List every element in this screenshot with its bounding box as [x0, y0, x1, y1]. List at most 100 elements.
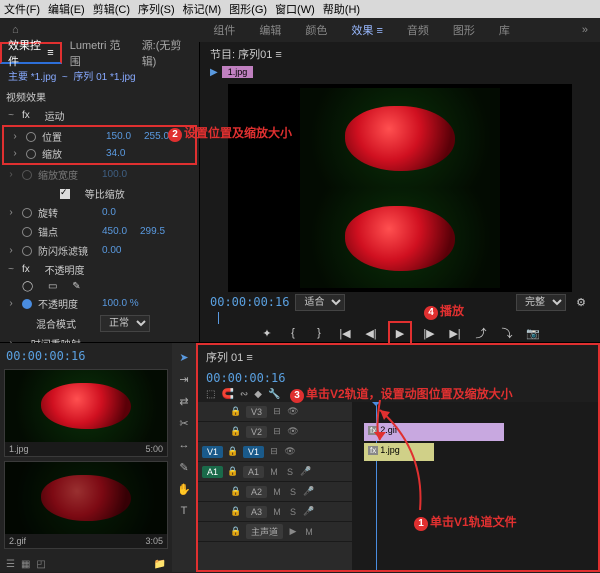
mask-pen-icon[interactable]: ✎ — [72, 281, 80, 292]
track-a2[interactable]: A2 — [246, 486, 267, 498]
go-out-icon[interactable]: ▶| — [446, 324, 464, 342]
eye-v2[interactable]: 👁 — [287, 426, 299, 438]
src-patch-v1[interactable]: V1 — [202, 446, 223, 458]
eye-v3[interactable]: 👁 — [287, 406, 299, 418]
nest-clip-label[interactable]: 1.jpg — [222, 66, 254, 78]
menu-marker[interactable]: 标记(M) — [183, 1, 222, 17]
mute-a1[interactable]: M — [268, 466, 280, 478]
menu-sequence[interactable]: 序列(S) — [138, 1, 175, 17]
uniform-scale-checkbox[interactable] — [60, 189, 70, 199]
menu-clip[interactable]: 剪辑(C) — [93, 1, 130, 17]
mute-master[interactable]: M — [303, 526, 315, 538]
tab-effect-controls[interactable]: 效果控件 ≡ — [0, 42, 62, 64]
fx-opacity[interactable]: 不透明度 — [45, 262, 85, 277]
blend-mode-select[interactable]: 正常 — [100, 315, 150, 332]
opacity-value[interactable]: 100.0 % — [102, 298, 139, 309]
ws-audio[interactable]: 音频 — [407, 22, 429, 38]
timeline-timecode[interactable]: 00:00:00:16 — [206, 371, 285, 385]
add-marker-icon[interactable]: ✦ — [258, 324, 276, 342]
snap-icon[interactable]: 🧲 — [221, 389, 233, 400]
stopwatch-scale[interactable] — [26, 149, 36, 159]
bin-item-1[interactable]: 1.jpg5:00 — [4, 369, 168, 457]
lift-icon[interactable]: ⤴ — [472, 324, 490, 342]
home-icon[interactable]: ⌂ — [12, 24, 19, 36]
scale-value[interactable]: 34.0 — [106, 148, 138, 159]
position-x[interactable]: 150.0 — [106, 131, 138, 142]
timeline-content[interactable]: fx2.gif fx1.jpg — [352, 402, 598, 570]
go-in-icon[interactable]: |◀ — [336, 324, 354, 342]
track-master[interactable]: 主声道 — [246, 524, 283, 539]
lock-v1[interactable]: 🔒 — [227, 446, 239, 458]
solo-a3[interactable]: S — [287, 506, 299, 518]
source-timecode[interactable]: 00:00:00:16 — [4, 347, 168, 365]
list-view-icon[interactable]: ☰ — [6, 559, 15, 570]
ws-library[interactable]: 库 — [499, 22, 510, 38]
slip-tool-icon[interactable]: ↔ — [176, 437, 192, 453]
menu-window[interactable]: 窗口(W) — [275, 1, 315, 17]
menu-file[interactable]: 文件(F) — [4, 1, 40, 17]
track-a1[interactable]: A1 — [243, 466, 264, 478]
fx-motion[interactable]: 运动 — [45, 108, 65, 123]
stopwatch-anchor[interactable] — [22, 227, 32, 237]
nest-toggle-icon[interactable]: ⬚ — [206, 389, 215, 400]
selection-tool-icon[interactable]: ➤ — [176, 349, 192, 365]
settings-icon[interactable]: ⚙ — [572, 293, 590, 311]
pen-tool-icon[interactable]: ✎ — [176, 459, 192, 475]
track-a3[interactable]: A3 — [246, 506, 267, 518]
tab-lumetri[interactable]: Lumetri 范围 — [62, 42, 134, 64]
lock-a1[interactable]: 🔒 — [227, 466, 239, 478]
play-button[interactable]: ▶ — [391, 324, 409, 342]
mark-out-icon[interactable]: } — [310, 324, 328, 342]
type-tool-icon[interactable]: T — [176, 503, 192, 519]
anchor-y[interactable]: 299.5 — [140, 226, 172, 237]
razor-tool-icon[interactable]: ✂ — [176, 415, 192, 431]
anchor-x[interactable]: 450.0 — [102, 226, 134, 237]
extract-icon[interactable]: ⤵ — [498, 324, 516, 342]
stopwatch-opacity[interactable] — [22, 299, 32, 309]
menu-help[interactable]: 帮助(H) — [323, 1, 360, 17]
step-back-icon[interactable]: ◀| — [362, 324, 380, 342]
rotation-value[interactable]: 0.0 — [102, 207, 134, 218]
ripple-tool-icon[interactable]: ⇄ — [176, 393, 192, 409]
lock-v2[interactable]: 🔒 — [230, 426, 242, 438]
mask-ellipse-icon[interactable]: ◯ — [22, 281, 33, 292]
flicker-value[interactable]: 0.00 — [102, 245, 134, 256]
track-select-tool-icon[interactable]: ⇥ — [176, 371, 192, 387]
position-y[interactable]: 255.0 — [144, 131, 176, 142]
mask-rect-icon[interactable]: ▭ — [48, 281, 57, 292]
overflow-icon[interactable]: » — [582, 24, 588, 36]
clip-v1[interactable]: fx1.jpg — [364, 443, 434, 461]
ws-graphics[interactable]: 图形 — [453, 22, 475, 38]
clip-v2[interactable]: fx2.gif — [364, 423, 504, 441]
timeline-seq-name[interactable]: 序列 01 — [206, 352, 243, 364]
mute-a3[interactable]: M — [271, 506, 283, 518]
new-bin-icon[interactable]: 📁 — [154, 559, 166, 570]
resolution-select[interactable]: 完整 — [516, 294, 566, 311]
menu-edit[interactable]: 编辑(E) — [48, 1, 85, 17]
ws-editing[interactable]: 编辑 — [259, 22, 281, 38]
menu-bar[interactable]: 文件(F) 编辑(E) 剪辑(C) 序列(S) 标记(M) 图形(G) 窗口(W… — [0, 0, 600, 18]
solo-a1[interactable]: S — [284, 466, 296, 478]
track-v1[interactable]: V1 — [243, 446, 264, 458]
stopwatch-position[interactable] — [26, 132, 36, 142]
freeform-icon[interactable]: ◰ — [36, 559, 45, 570]
ws-color[interactable]: 颜色 — [305, 22, 327, 38]
bin-item-2[interactable]: 2.gif3:05 — [4, 461, 168, 549]
solo-a2[interactable]: S — [287, 486, 299, 498]
ws-assembly[interactable]: 组件 — [213, 22, 235, 38]
mark-in-icon[interactable]: { — [284, 324, 302, 342]
tab-source[interactable]: 源:(无剪辑) — [134, 42, 199, 64]
eye-v1[interactable]: 👁 — [284, 446, 296, 458]
program-timecode[interactable]: 00:00:00:16 — [210, 295, 289, 309]
zoom-fit-select[interactable]: 适合 — [295, 294, 345, 311]
lock-v3[interactable]: 🔒 — [230, 406, 242, 418]
lock-a3[interactable]: 🔒 — [230, 506, 242, 518]
export-frame-icon[interactable]: 📷 — [524, 324, 542, 342]
hand-tool-icon[interactable]: ✋ — [176, 481, 192, 497]
mute-a2[interactable]: M — [271, 486, 283, 498]
step-fwd-icon[interactable]: |▶ — [420, 324, 438, 342]
program-view[interactable] — [228, 84, 572, 292]
track-v3[interactable]: V3 — [246, 406, 267, 418]
src-patch-a1[interactable]: A1 — [202, 466, 223, 478]
track-v2[interactable]: V2 — [246, 426, 267, 438]
